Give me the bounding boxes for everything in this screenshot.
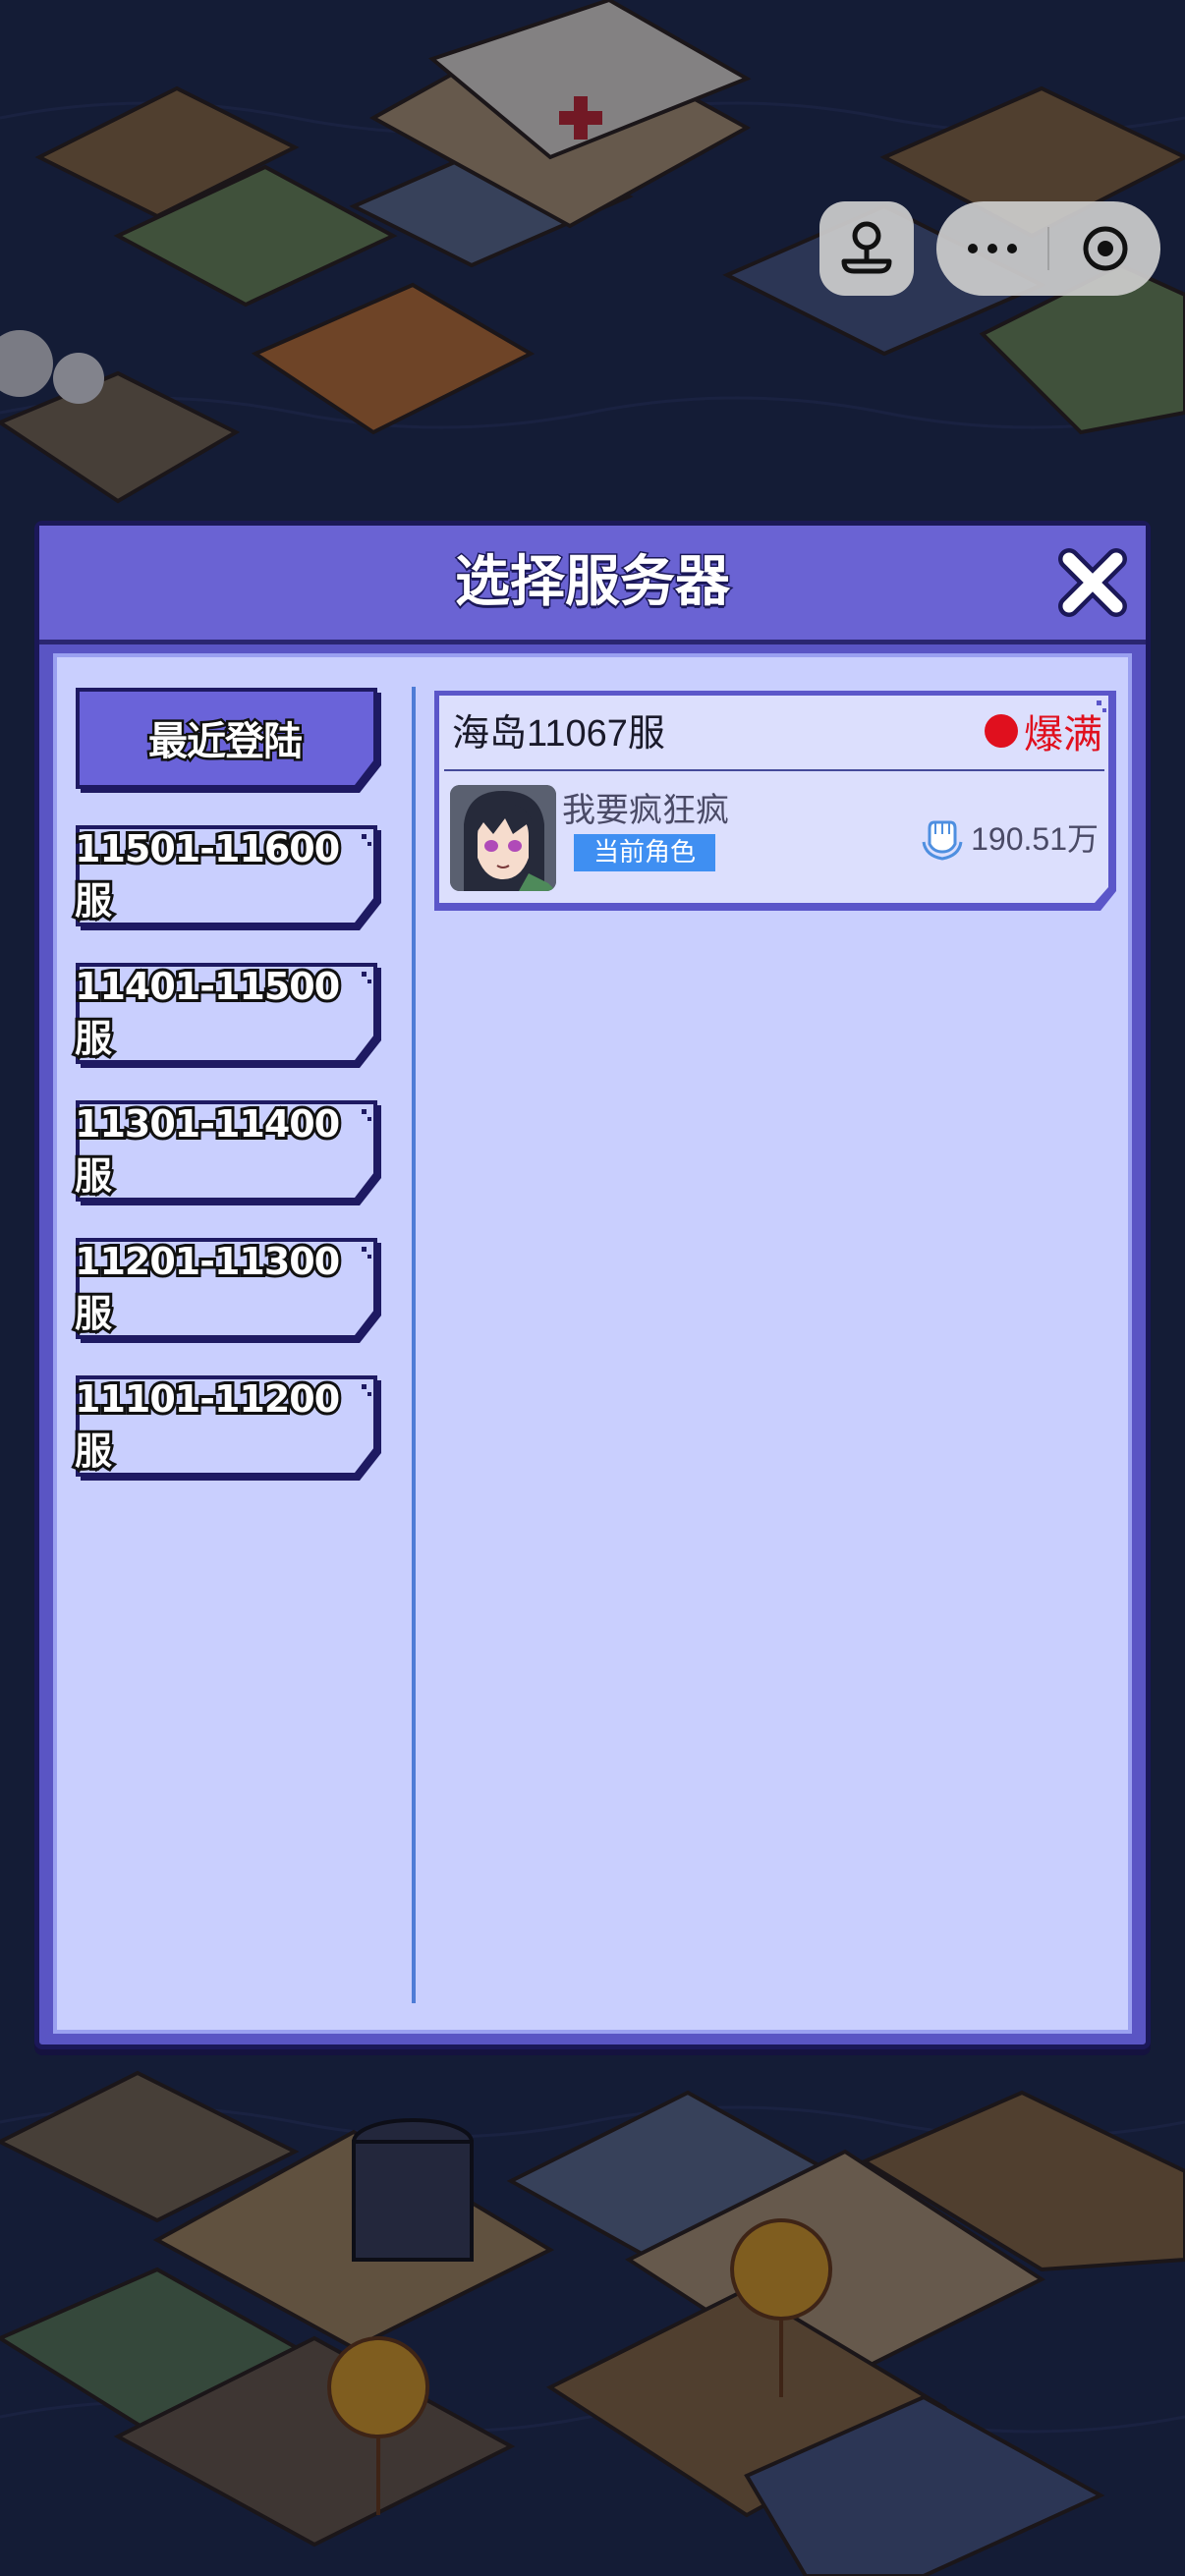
target-icon: [1083, 226, 1127, 271]
card-divider: [444, 769, 1104, 771]
tab-label: 11301-11400服: [72, 1099, 343, 1201]
dialog-body: 最近登陆 11501-11600服 11401-11500服 11301-114…: [53, 653, 1132, 2034]
current-role-badge: 当前角色: [574, 834, 715, 871]
close-button[interactable]: [1053, 543, 1132, 622]
column-divider: [412, 687, 416, 2003]
tab-recent-login[interactable]: 最近登陆: [75, 687, 387, 797]
tab-label: 11501-11600服: [72, 824, 343, 925]
tab-label: 11101-11200服: [72, 1374, 343, 1476]
tab-label: 11401-11500服: [72, 962, 343, 1063]
tab-range-11201-11300[interactable]: 11201-11300服: [72, 1237, 387, 1347]
combat-power: 190.51万: [918, 812, 1099, 862]
server-status: 爆满: [985, 702, 1102, 759]
server-name: 海岛11067服: [452, 713, 665, 755]
server-card[interactable]: 海岛11067服 爆满 我要疯狂疯 当前角色 190.51万: [430, 687, 1120, 915]
tab-range-11101-11200[interactable]: 11101-11200服: [72, 1374, 387, 1484]
exit-button[interactable]: [1049, 201, 1160, 296]
tab-range-11301-11400[interactable]: 11301-11400服: [72, 1099, 387, 1209]
status-dot-icon: [985, 714, 1018, 748]
power-value: 190.51万: [971, 821, 1099, 857]
tab-range-11401-11500[interactable]: 11401-11500服: [72, 962, 387, 1072]
character-portrait-icon: [450, 785, 556, 891]
tab-label: 11201-11300服: [72, 1237, 343, 1338]
tab-range-11501-11600[interactable]: 11501-11600服: [72, 824, 387, 934]
close-icon: [1058, 548, 1127, 617]
avatar: [450, 785, 556, 891]
dialog-title: 选择服务器: [454, 549, 732, 616]
more-icon: [967, 244, 1017, 253]
game-center-button[interactable]: [819, 201, 914, 296]
capsule-menu: [936, 201, 1160, 296]
role-name: 我要疯狂疯: [562, 791, 729, 830]
joystick-icon: [841, 221, 892, 274]
tab-label: 最近登陆: [146, 717, 306, 767]
more-button[interactable]: [936, 201, 1047, 296]
power-fist-icon: [922, 820, 963, 861]
server-select-dialog: 选择服务器 最近登陆 11501-11600服 11401-11500服 113…: [34, 521, 1151, 2049]
status-label: 爆满: [1024, 712, 1102, 757]
